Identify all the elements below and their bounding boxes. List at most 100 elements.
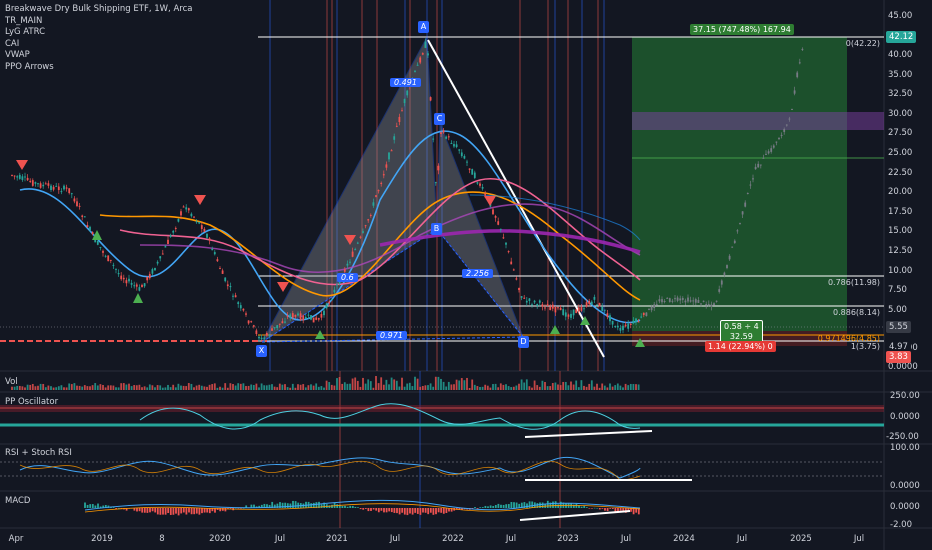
volume-bar [52, 387, 55, 390]
candle-body [424, 41, 427, 48]
volume-bar [167, 384, 169, 390]
candle-body [161, 253, 164, 255]
macd-bar [377, 508, 380, 513]
candle-body [572, 309, 575, 316]
candle-body [606, 313, 609, 318]
candle-body [718, 289, 721, 292]
volume-bar [146, 387, 149, 390]
macd-bar [479, 507, 482, 508]
candle-body [154, 267, 156, 271]
ppo-pane-label[interactable]: PP Oscillator [5, 397, 58, 407]
indicator-lyg-atrc[interactable]: LyG ATRC [5, 27, 192, 39]
candle-body [580, 307, 583, 311]
indicator-tr-main[interactable]: TR_MAIN [5, 16, 192, 28]
target-label[interactable]: 37.15 (747.48%) 167.94 [690, 24, 794, 35]
candle-body [416, 64, 419, 66]
volume-bar [291, 383, 294, 390]
macd-bar [172, 508, 175, 515]
fib-level-786: 0.786(11.98) [827, 278, 880, 287]
candle-body [239, 305, 242, 309]
volume-bar [55, 387, 58, 390]
candle-body [499, 228, 502, 230]
volume-bar [50, 386, 52, 390]
candle-body [429, 97, 432, 101]
pattern-point-d[interactable]: D [518, 336, 529, 348]
candle-body [663, 300, 666, 302]
macd-bar [182, 508, 185, 513]
indicator-ppo-arrows[interactable]: PPO Arrows [5, 62, 192, 74]
candle-body [242, 308, 245, 311]
candle-body [590, 301, 593, 305]
pattern-point-b[interactable]: B [431, 223, 442, 235]
candle-body [640, 316, 643, 318]
volume-bar [403, 386, 406, 390]
chart-title[interactable]: Breakwave Dry Bulk Shipping ETF, 1W, Arc… [5, 4, 192, 16]
candle-body [460, 152, 463, 157]
macd-bar [409, 508, 411, 514]
macd-bar [331, 504, 333, 508]
pattern-point-a[interactable]: A [418, 21, 429, 33]
volume-bar [252, 384, 255, 390]
candle-body [497, 221, 500, 225]
candle-body [752, 178, 754, 180]
pattern-point-x[interactable]: X [256, 345, 267, 357]
candle-body [164, 246, 167, 248]
stop-label[interactable]: 1.14 (22.94%) 0 [705, 341, 776, 352]
volume-bar [128, 383, 130, 390]
price-tick: 45.00 [888, 11, 913, 21]
macd-bar [481, 507, 484, 508]
candle-body [481, 187, 484, 189]
candle-body [458, 149, 461, 151]
candle-body [104, 255, 107, 257]
volume-bar [94, 383, 97, 390]
macd-bar [492, 506, 495, 508]
profit-zone[interactable] [632, 37, 847, 331]
volume-bar [557, 384, 559, 390]
time-tick: Jul [853, 534, 865, 544]
candle-body [744, 202, 747, 207]
macd-bar [611, 508, 614, 509]
macd-bar [385, 508, 388, 513]
candle-body [796, 72, 799, 78]
macd-bar [224, 508, 227, 512]
candle-body [616, 325, 619, 328]
candle-body [208, 238, 211, 241]
pattern-point-c[interactable]: C [434, 113, 445, 125]
volume-bar [476, 386, 479, 390]
rsi-axis-tick: 0.0000 [890, 481, 920, 491]
macd-bar [593, 507, 596, 509]
candle-body [364, 225, 367, 227]
macd-bar [502, 504, 505, 508]
candle-body [531, 304, 533, 306]
volume-bar [559, 385, 562, 390]
indicator-vwap[interactable]: VWAP [5, 50, 192, 62]
candle-body [666, 297, 669, 299]
candle-body [702, 300, 705, 302]
volume-bar [398, 386, 401, 390]
volume-bar [174, 387, 177, 390]
volume-bar [260, 383, 263, 390]
candle-body [414, 70, 416, 72]
candle-body [18, 174, 21, 179]
ppo-axis-tick: 0.0000 [890, 412, 920, 422]
candle-body [731, 246, 734, 248]
macd-bar [89, 504, 92, 508]
rsi-pane-label[interactable]: RSI + Stoch RSI [5, 448, 72, 458]
volume-bar [180, 385, 182, 390]
macd-bar [180, 508, 183, 514]
candle-body [785, 124, 788, 126]
candle-body [479, 183, 481, 186]
macd-pane-label[interactable]: MACD [5, 496, 30, 506]
volume-bar [463, 380, 466, 390]
volume-bar [609, 383, 611, 390]
candle-body [655, 304, 658, 306]
macd-bar [362, 508, 365, 510]
candle-body [801, 48, 804, 50]
volume-bar [96, 385, 99, 390]
indicator-cai[interactable]: CAI [5, 39, 192, 51]
macd-bar [97, 503, 99, 508]
macd-bar [320, 504, 323, 508]
candle-body [401, 110, 403, 112]
time-tick: Jul [389, 534, 401, 544]
vol-pane-label[interactable]: Vol [5, 377, 18, 387]
